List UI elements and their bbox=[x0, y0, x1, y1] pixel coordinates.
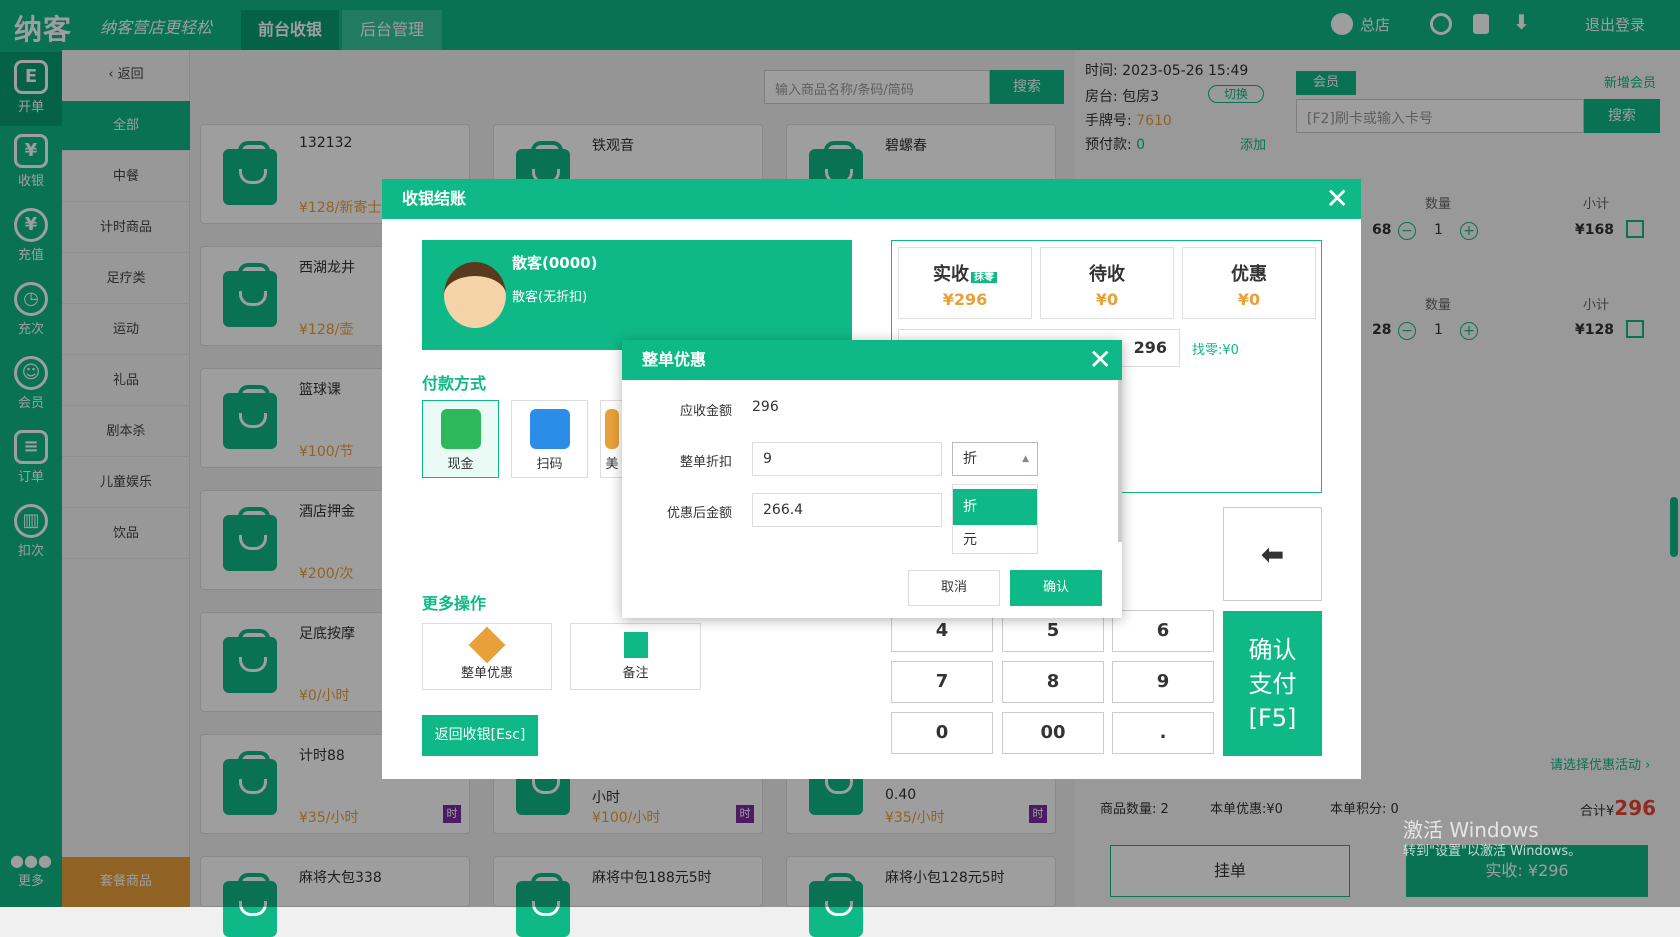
remark-icon bbox=[623, 632, 648, 658]
rate-label: 整单折扣 bbox=[679, 455, 732, 470]
key-6[interactable]: 6 bbox=[1112, 610, 1214, 652]
scan-icon bbox=[529, 409, 570, 449]
confirm-button[interactable]: 确认 bbox=[1010, 570, 1102, 606]
key-00[interactable]: 00 bbox=[1002, 712, 1104, 754]
payment-scan[interactable]: 扫码 bbox=[511, 400, 588, 478]
change-amount: 找零:¥0 bbox=[1192, 343, 1239, 358]
activation-watermark-text: 转到"设置"以激活 Windows。 bbox=[1403, 844, 1582, 859]
dialog-scrollbar[interactable] bbox=[1118, 380, 1122, 542]
key-0[interactable]: 0 bbox=[891, 712, 993, 754]
customer-name: 散客(0000) bbox=[512, 254, 598, 272]
discount-unit-select[interactable]: 折 ▲ bbox=[952, 442, 1038, 476]
close-icon[interactable]: ✕ bbox=[1089, 346, 1112, 374]
payment-other[interactable]: 美 bbox=[600, 400, 624, 478]
customer-avatar bbox=[444, 262, 506, 328]
key-dot[interactable]: . bbox=[1112, 712, 1214, 754]
cancel-button[interactable]: 取消 bbox=[908, 570, 1000, 606]
after-amount-input[interactable]: 266.4 bbox=[752, 493, 942, 527]
whole-discount-button[interactable]: 整单优惠 bbox=[422, 623, 552, 690]
back-to-cashier-button[interactable]: 返回收银[Esc] bbox=[422, 715, 538, 756]
cash-icon bbox=[440, 409, 481, 449]
discount-title: 整单优惠 bbox=[622, 340, 1122, 380]
summary-pending: 待收 ¥0 bbox=[1040, 247, 1174, 319]
tag-icon bbox=[468, 626, 506, 664]
payment-title: 付款方式 bbox=[422, 374, 487, 393]
activation-watermark-title: 激活 Windows bbox=[1403, 818, 1539, 842]
unit-dropdown: 折 元 bbox=[952, 484, 1038, 554]
more-title: 更多操作 bbox=[422, 594, 487, 613]
payment-other-icon bbox=[605, 409, 619, 449]
due-value: 296 bbox=[752, 399, 779, 415]
key-9[interactable]: 9 bbox=[1112, 661, 1214, 703]
discount-rate-input[interactable]: 9 bbox=[752, 442, 942, 476]
caret-up-icon: ▲ bbox=[1022, 454, 1029, 464]
customer-level: 散客(无折扣) bbox=[512, 290, 588, 305]
checkout-title: 收银结账 bbox=[382, 179, 1361, 219]
summary-paid: 实收 抹零 ¥296 bbox=[898, 247, 1032, 319]
payment-cash[interactable]: 现金 bbox=[422, 400, 499, 478]
unit-option-discount[interactable]: 折 bbox=[953, 489, 1037, 525]
unit-option-yuan[interactable]: 元 bbox=[953, 525, 1037, 555]
backspace-icon[interactable]: ⬅ bbox=[1223, 507, 1322, 601]
close-icon[interactable]: ✕ bbox=[1326, 185, 1349, 213]
discount-dialog: 整单优惠 ✕ 应收金额 296 整单折扣 9 折 ▲ 优惠后金额 266.4 折 … bbox=[622, 340, 1122, 618]
round-off-tag: 抹零 bbox=[971, 272, 997, 283]
remark-button[interactable]: 备注 bbox=[570, 623, 701, 690]
due-label: 应收金额 bbox=[679, 404, 732, 419]
after-label: 优惠后金额 bbox=[666, 506, 732, 521]
key-7[interactable]: 7 bbox=[891, 661, 993, 703]
summary-discount: 优惠 ¥0 bbox=[1182, 247, 1316, 319]
customer-card: 散客(0000) 散客(无折扣) bbox=[422, 240, 852, 350]
key-8[interactable]: 8 bbox=[1002, 661, 1104, 703]
confirm-pay-button[interactable]: 确认 支付 [F5] bbox=[1223, 611, 1322, 756]
